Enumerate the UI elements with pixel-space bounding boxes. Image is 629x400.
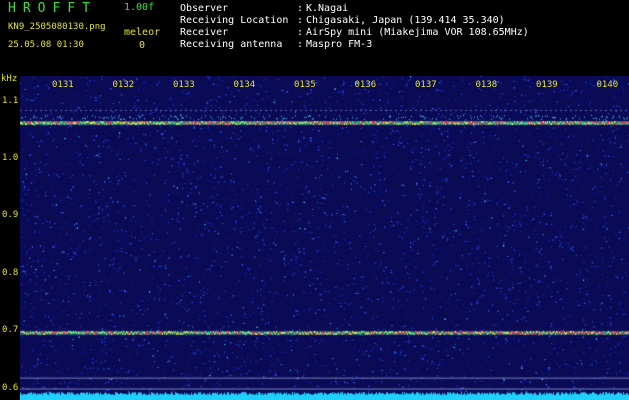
receiver-value: AirSpy mini (Miakejima VOR 108.65MHz) xyxy=(306,27,529,38)
antenna-value: Maspro FM-3 xyxy=(306,39,373,50)
y-tick-label: 0.7 xyxy=(2,325,19,336)
spectrogram-plot xyxy=(20,76,629,400)
y-tick-label: 0.6 xyxy=(2,382,19,393)
header-panel: HROFFT 1.00f KN9_2505080130.png meleor 2… xyxy=(0,0,629,76)
x-tick-label: 0135 xyxy=(294,80,316,90)
receiver-separator: : xyxy=(297,27,304,38)
y-tick-label: 1.1 xyxy=(2,95,19,106)
receiver-label: Receiver xyxy=(180,27,229,38)
x-tick-label: 0137 xyxy=(415,80,437,90)
x-tick-label: 0131 xyxy=(52,80,74,90)
x-tick-label: 0138 xyxy=(475,80,498,90)
x-tick-label: 0133 xyxy=(173,80,195,90)
x-tick-label: 0140 xyxy=(596,80,619,90)
location-separator: : xyxy=(297,15,304,26)
x-tick-label: 0134 xyxy=(233,80,256,90)
y-axis-unit: kHz xyxy=(1,74,18,84)
antenna-label: Receiving antenna xyxy=(180,39,283,50)
y-tick-label: 0.8 xyxy=(2,267,19,278)
location-value: Chigasaki, Japan (139.414 35.340) xyxy=(306,15,505,26)
observer-separator: : xyxy=(297,3,304,14)
x-tick-label: 0132 xyxy=(112,80,135,90)
y-tick-label: 1.0 xyxy=(2,153,19,164)
app-version: 1.00f xyxy=(124,2,155,13)
antenna-separator: : xyxy=(297,39,304,50)
observer-value: K.Nagai xyxy=(306,3,349,14)
meteor-count-label: meleor xyxy=(124,27,161,38)
x-tick-label: 0139 xyxy=(536,80,558,90)
x-tick-label: 0136 xyxy=(354,80,377,90)
app-title: HROFFT xyxy=(8,1,97,16)
image-filename: KN9_2505080130.png xyxy=(8,22,106,32)
observation-datetime: 25.05.08 01:30 xyxy=(8,40,84,50)
location-label: Receiving Location xyxy=(180,15,289,26)
observer-label: Observer xyxy=(180,3,229,14)
meteor-count-value: 0 xyxy=(139,40,146,51)
y-tick-label: 0.9 xyxy=(2,210,19,221)
